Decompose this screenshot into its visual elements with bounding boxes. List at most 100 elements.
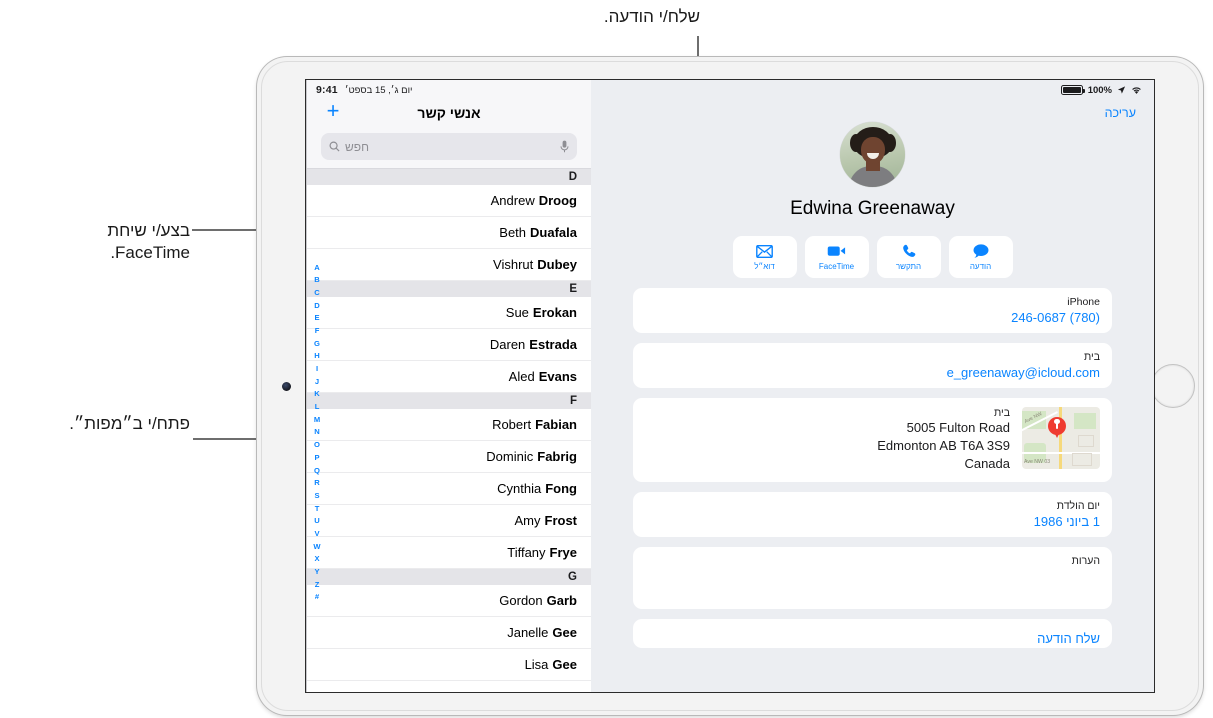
index-letter[interactable]: # bbox=[315, 591, 319, 604]
contact-list-item[interactable]: Janelle Gee bbox=[307, 617, 591, 649]
send-message-label[interactable]: שלח הודעה bbox=[645, 631, 1100, 646]
contact-last-name: Estrada bbox=[529, 337, 577, 352]
index-letter[interactable]: F bbox=[315, 324, 320, 337]
contact-first-name: Lisa bbox=[524, 657, 549, 672]
section-header: G bbox=[307, 569, 591, 585]
contact-list-item[interactable]: Aled Evans bbox=[307, 361, 591, 393]
email-card[interactable]: בית e_greenaway@icloud.com bbox=[633, 343, 1112, 388]
phone-value[interactable]: 246-0687 (780) bbox=[645, 310, 1100, 325]
index-letter[interactable]: L bbox=[315, 401, 320, 414]
address-line-1: 5005 Fulton Road bbox=[906, 420, 1010, 435]
contact-first-name: Amy bbox=[514, 513, 541, 528]
home-button[interactable] bbox=[1151, 364, 1195, 408]
contacts-title: אנשי קשר bbox=[417, 105, 481, 121]
contact-last-name: Gee bbox=[552, 625, 577, 640]
contact-last-name: Garb bbox=[546, 593, 577, 608]
microphone-icon[interactable] bbox=[560, 140, 569, 153]
contact-first-name: Andrew bbox=[490, 193, 535, 208]
index-letter[interactable]: Q bbox=[314, 464, 320, 477]
ipad-device-frame: 100% 9:41 יום ג׳, 15 בספט׳ + אנשי קשר חפ… bbox=[257, 57, 1203, 715]
contacts-header: + אנשי קשר חפש bbox=[307, 80, 591, 169]
index-letter[interactable]: T bbox=[315, 502, 320, 515]
contact-last-name: Dubey bbox=[537, 257, 577, 272]
mail-icon bbox=[756, 244, 773, 259]
contact-first-name: Janelle bbox=[507, 625, 549, 640]
birthday-label: יום הולדת bbox=[1056, 499, 1100, 512]
contact-name: Edwina Greenaway bbox=[790, 198, 955, 219]
map-street-label-2: 03 Ave NW bbox=[1024, 459, 1051, 465]
contact-first-name: Tiffany bbox=[507, 545, 546, 560]
map-thumbnail[interactable]: Ave NW 03 Ave NW bbox=[1022, 407, 1100, 469]
index-letter[interactable]: I bbox=[316, 363, 318, 376]
email-value[interactable]: e_greenaway@icloud.com bbox=[645, 365, 1100, 380]
index-letter[interactable]: Z bbox=[315, 578, 320, 591]
search-bar[interactable]: חפש bbox=[321, 133, 577, 160]
edit-button[interactable]: עריכה bbox=[1105, 106, 1136, 120]
birthday-value: 1 ביוני 1986 bbox=[1033, 513, 1100, 529]
index-letter[interactable]: P bbox=[314, 451, 319, 464]
index-letter[interactable]: N bbox=[314, 426, 319, 439]
index-letter[interactable]: X bbox=[314, 553, 319, 566]
contact-list-item[interactable]: Robert Fabian bbox=[307, 409, 591, 441]
index-letter[interactable]: W bbox=[313, 540, 320, 553]
message-button[interactable]: הודעה bbox=[948, 236, 1013, 278]
add-contact-button[interactable]: + bbox=[323, 100, 343, 122]
index-letter[interactable]: G bbox=[314, 337, 320, 350]
notes-card[interactable]: הערות bbox=[633, 546, 1112, 609]
section-header: F bbox=[307, 393, 591, 409]
contact-first-name: Gordon bbox=[499, 593, 543, 608]
search-input[interactable]: חפש bbox=[329, 140, 554, 154]
video-icon bbox=[827, 244, 846, 259]
phone-card[interactable]: iPhone 246-0687 (780) bbox=[633, 288, 1112, 333]
birthday-card[interactable]: יום הולדת 1 ביוני 1986 bbox=[633, 491, 1112, 537]
index-letter[interactable]: S bbox=[314, 489, 319, 502]
contact-last-name: Frye bbox=[549, 545, 577, 560]
contact-list-item[interactable]: Lisa Gee bbox=[307, 649, 591, 681]
alphabet-index[interactable]: A B C D E F G H I J K L M N O P Q R S T U V W X Y Z # bbox=[310, 261, 324, 604]
index-letter[interactable]: A bbox=[314, 261, 319, 274]
contact-first-name: Sue bbox=[505, 305, 529, 320]
contact-avatar[interactable] bbox=[840, 122, 905, 187]
contact-first-name: Vishrut bbox=[493, 257, 534, 272]
facetime-button[interactable]: FaceTime bbox=[804, 236, 869, 278]
index-letter[interactable]: U bbox=[314, 515, 319, 528]
contact-list-item[interactable]: Beth Duafala bbox=[307, 217, 591, 249]
contact-list-item[interactable]: Dominic Fabrig bbox=[307, 441, 591, 473]
contact-list-item[interactable]: Vishrut Dubey bbox=[307, 249, 591, 281]
contact-last-name: Erokan bbox=[532, 305, 577, 320]
index-letter[interactable]: R bbox=[314, 477, 319, 490]
index-letter[interactable]: Y bbox=[314, 566, 319, 579]
contact-last-name: Droog bbox=[538, 193, 577, 208]
index-letter[interactable]: K bbox=[314, 388, 319, 401]
contact-list-item[interactable]: Gordon Garb bbox=[307, 585, 591, 617]
index-letter[interactable]: O bbox=[314, 439, 320, 452]
index-letter[interactable]: E bbox=[314, 312, 319, 325]
contact-last-name: Duafala bbox=[530, 225, 577, 240]
index-letter[interactable]: D bbox=[314, 299, 319, 312]
action-button-label: התקשר bbox=[895, 261, 922, 271]
contact-list-item[interactable]: Andrew Droog bbox=[307, 185, 591, 217]
index-letter[interactable]: B bbox=[314, 274, 319, 287]
contact-list-item[interactable]: Cynthia Fong bbox=[307, 473, 591, 505]
callout-open-in-maps: פתח/י ב״מפות״. bbox=[69, 414, 190, 433]
contact-list-item[interactable]: Amy Frost bbox=[307, 505, 591, 537]
callout-facetime: בצע/י שיחת FaceTime. bbox=[107, 221, 190, 263]
mail-button[interactable]: דוא״ל bbox=[732, 236, 797, 278]
index-letter[interactable]: C bbox=[314, 286, 319, 299]
index-letter[interactable]: J bbox=[315, 375, 319, 388]
contacts-scroll-area[interactable]: D Andrew Droog Beth Duafala Vishrut Dubey E Sue E… bbox=[307, 169, 591, 692]
call-button[interactable]: התקשר bbox=[876, 236, 941, 278]
email-label: בית bbox=[1083, 351, 1100, 363]
contact-last-name: Frost bbox=[544, 513, 578, 528]
contact-list-item[interactable]: Sue Erokan bbox=[307, 297, 591, 329]
index-letter[interactable]: V bbox=[314, 527, 319, 540]
contact-list-item[interactable]: Tiffany Frye bbox=[307, 537, 591, 569]
address-line-3: Canada bbox=[964, 455, 1010, 471]
address-label: בית bbox=[993, 407, 1010, 419]
address-card[interactable]: בית 5005 Fulton Road Edmonton AB T6A 3S9… bbox=[633, 398, 1112, 482]
index-letter[interactable]: H bbox=[314, 350, 319, 363]
contact-list-item[interactable]: Daren Estrada bbox=[307, 329, 591, 361]
send-message-card[interactable]: שלח הודעה bbox=[633, 618, 1112, 648]
index-letter[interactable]: M bbox=[314, 413, 320, 426]
phone-icon bbox=[902, 244, 916, 259]
